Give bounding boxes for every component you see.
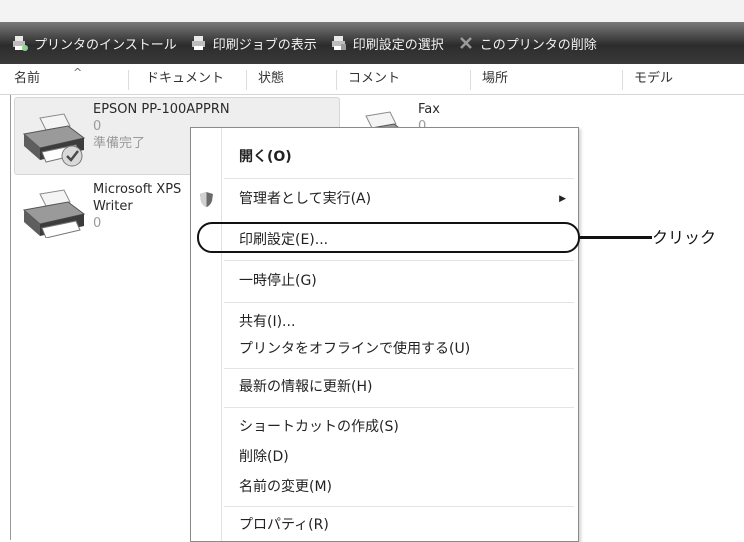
window-top-strip <box>0 0 744 22</box>
printer-icon <box>22 189 86 238</box>
sort-ascending-icon: ^ <box>73 66 83 79</box>
install-printer-label: プリンタのインストール <box>34 37 177 53</box>
menu-separator <box>224 302 574 303</box>
column-location[interactable]: 場所 <box>482 64 508 94</box>
column-header-row: 名前 ^ ドキュメント 状態 コメント 場所 モデル <box>0 64 744 95</box>
column-name[interactable]: 名前 <box>14 64 40 94</box>
menu-separator <box>224 178 574 179</box>
menu-item-share[interactable]: 共有(I)... <box>239 311 295 333</box>
menu-separator <box>224 260 574 261</box>
install-printer-button[interactable]: プリンタのインストール <box>12 34 177 53</box>
select-print-settings-button[interactable]: 印刷設定の選択 <box>331 34 444 53</box>
column-comment[interactable]: コメント <box>348 64 400 94</box>
callout-label: クリック <box>652 228 717 247</box>
menu-separator <box>224 506 574 507</box>
printer-name-line2: Writer <box>93 199 133 214</box>
delete-printer-button[interactable]: このプリンタの削除 <box>458 34 597 53</box>
context-menu: 開く(O) 管理者として実行(A) ▶ 印刷設定(E)... 一時停止(G) 共… <box>190 127 579 542</box>
printer-name-line1: Microsoft XPS <box>93 182 182 197</box>
pane-left-border <box>10 95 11 540</box>
view-print-jobs-label: 印刷ジョブの表示 <box>212 37 317 53</box>
column-divider[interactable] <box>622 70 623 90</box>
callout-highlight <box>197 222 580 253</box>
view-print-jobs-button[interactable]: 印刷ジョブの表示 <box>191 34 317 53</box>
command-toolbar: プリンタのインストール 印刷ジョブの表示 印刷設定の選択 このプリンタの削除 <box>0 22 744 64</box>
menu-item-delete[interactable]: 削除(D) <box>239 446 289 468</box>
menu-item-properties[interactable]: プロパティ(R) <box>239 514 329 536</box>
printer-item-xps[interactable]: Microsoft XPS Writer 0 <box>93 181 181 232</box>
printer-doc-count: 0 <box>93 216 102 231</box>
delete-printer-icon <box>459 37 472 49</box>
menu-item-run-as-admin[interactable]: 管理者として実行(A) <box>239 188 371 210</box>
printer-icon <box>22 113 86 167</box>
column-documents[interactable]: ドキュメント <box>146 64 224 94</box>
menu-item-refresh[interactable]: 最新の情報に更新(H) <box>239 376 372 398</box>
printer-name: Fax <box>418 102 440 117</box>
column-model[interactable]: モデル <box>634 64 673 94</box>
menu-item-open[interactable]: 開く(O) <box>239 146 292 168</box>
column-divider[interactable] <box>336 70 337 90</box>
printer-install-icon <box>13 36 28 51</box>
select-print-settings-label: 印刷設定の選択 <box>352 37 444 53</box>
menu-item-create-shortcut[interactable]: ショートカットの作成(S) <box>239 416 399 438</box>
printer-name: EPSON PP-100APPRN <box>93 102 230 117</box>
menu-item-pause[interactable]: 一時停止(G) <box>239 270 317 292</box>
column-divider[interactable] <box>470 70 471 90</box>
column-divider[interactable] <box>246 70 247 90</box>
menu-item-rename[interactable]: 名前の変更(M) <box>239 476 332 498</box>
menu-icon-gutter <box>221 128 222 541</box>
delete-printer-label: このプリンタの削除 <box>479 37 597 53</box>
column-status[interactable]: 状態 <box>258 64 284 94</box>
menu-item-use-offline[interactable]: プリンタをオフラインで使用する(U) <box>239 338 470 360</box>
admin-shield-icon <box>200 192 213 207</box>
print-jobs-icon <box>191 36 205 50</box>
menu-separator <box>224 368 574 369</box>
menu-separator <box>224 407 574 408</box>
print-settings-icon <box>331 36 346 50</box>
column-divider[interactable] <box>128 70 129 90</box>
submenu-arrow-icon: ▶ <box>559 194 566 204</box>
callout-line <box>580 236 652 239</box>
